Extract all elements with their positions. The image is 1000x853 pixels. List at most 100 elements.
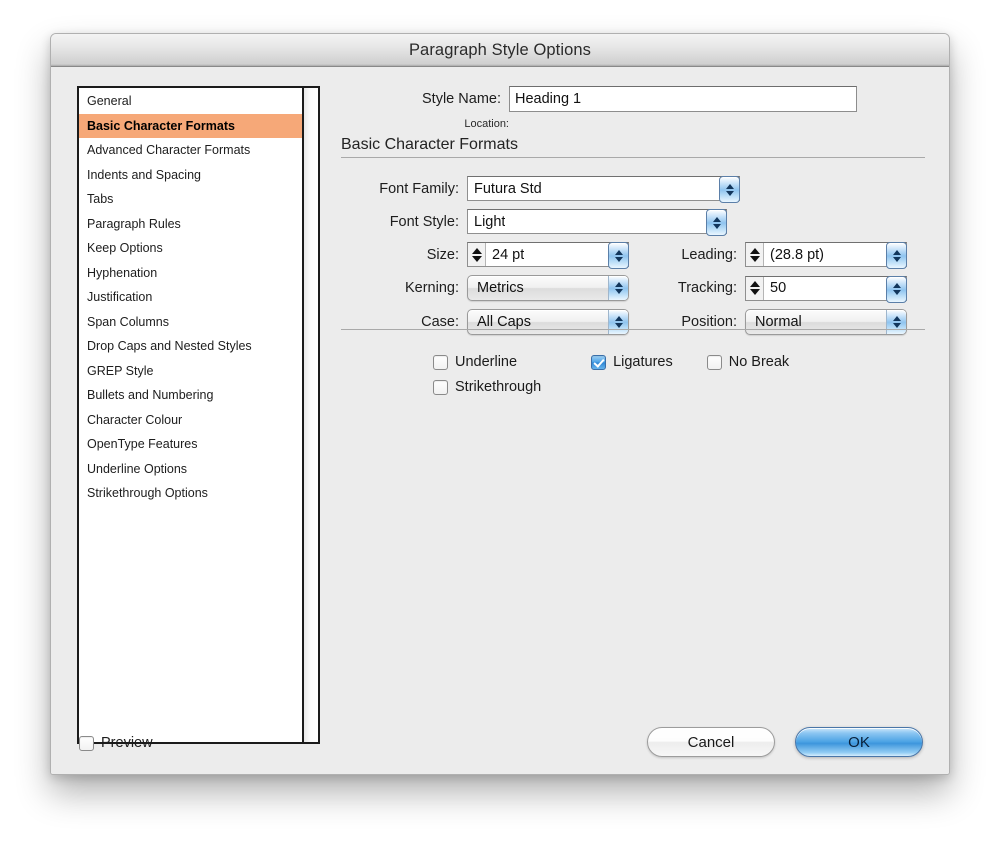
size-value: 24 pt — [486, 247, 524, 263]
sidebar-item-paragraph-rules[interactable]: Paragraph Rules — [79, 212, 302, 237]
size-stepper-icon[interactable] — [468, 243, 486, 266]
preview-label: Preview — [101, 735, 153, 751]
leading-label: Leading: — [649, 247, 737, 263]
font-family-value: Futura Std — [468, 181, 542, 197]
case-popup[interactable]: All Caps — [467, 309, 629, 335]
case-cell: Case: All Caps — [341, 309, 629, 335]
preview-checkbox[interactable] — [79, 736, 94, 751]
font-style-row: Font Style: Light — [341, 209, 925, 234]
position-label: Position: — [649, 314, 737, 330]
sidebar-item-indents-and-spacing[interactable]: Indents and Spacing — [79, 163, 302, 188]
strikethrough-checkbox-group[interactable]: Strikethrough — [433, 379, 541, 395]
dialog-title: Paragraph Style Options — [409, 41, 591, 60]
size-label: Size: — [341, 247, 459, 263]
tracking-value: 50 — [764, 280, 786, 296]
underline-checkbox[interactable] — [433, 355, 448, 370]
font-family-label: Font Family: — [341, 181, 459, 197]
dialog-body: General Basic Character Formats Advanced… — [51, 68, 949, 774]
sidebar-item-bullets-and-numbering[interactable]: Bullets and Numbering — [79, 383, 302, 408]
sidebar-item-underline-options[interactable]: Underline Options — [79, 457, 302, 482]
location-label: Location: — [341, 118, 509, 130]
ligatures-label: Ligatures — [613, 354, 673, 370]
no-break-label: No Break — [729, 354, 789, 370]
category-list[interactable]: General Basic Character Formats Advanced… — [77, 86, 320, 744]
paragraph-style-options-dialog: Paragraph Style Options General Basic Ch… — [50, 33, 950, 775]
category-list-scrollbar[interactable] — [302, 88, 318, 742]
kerning-popup[interactable]: Metrics — [467, 275, 629, 301]
checkbox-row-2: Strikethrough — [341, 379, 925, 395]
options-divider — [341, 329, 925, 330]
sidebar-item-justification[interactable]: Justification — [79, 285, 302, 310]
position-popup[interactable]: Normal — [745, 309, 907, 335]
chevron-updown-icon[interactable] — [706, 209, 727, 236]
sidebar-item-opentype-features[interactable]: OpenType Features — [79, 432, 302, 457]
leading-value: (28.8 pt) — [764, 247, 824, 263]
leading-cell: Leading: (28.8 pt) — [649, 242, 907, 267]
position-cell: Position: Normal — [649, 309, 907, 335]
case-position-row: Case: All Caps Position: Normal — [341, 309, 925, 335]
preview-checkbox-group[interactable]: Preview — [79, 735, 153, 751]
chevron-updown-icon[interactable] — [886, 310, 906, 334]
chevron-updown-icon[interactable] — [719, 176, 740, 203]
no-break-checkbox-group[interactable]: No Break — [707, 354, 789, 370]
font-family-combo[interactable]: Futura Std — [467, 176, 740, 201]
category-list-items: General Basic Character Formats Advanced… — [79, 88, 302, 742]
section-divider — [341, 157, 925, 158]
kerning-tracking-row: Kerning: Metrics Tracking: — [341, 275, 925, 301]
cancel-button[interactable]: Cancel — [647, 727, 775, 757]
dialog-titlebar[interactable]: Paragraph Style Options — [51, 34, 949, 67]
checkbox-row-1: Underline Ligatures No Break — [341, 354, 925, 370]
sidebar-item-general[interactable]: General — [79, 89, 302, 114]
kerning-cell: Kerning: Metrics — [341, 275, 629, 301]
leading-stepper-icon[interactable] — [746, 243, 764, 266]
checkbox-group: Underline Ligatures No Break Strikethrou… — [341, 354, 925, 404]
sidebar-item-span-columns[interactable]: Span Columns — [79, 310, 302, 335]
size-field[interactable]: 24 pt — [467, 242, 629, 267]
sidebar-item-basic-character-formats[interactable]: Basic Character Formats — [79, 114, 302, 139]
tracking-label: Tracking: — [649, 280, 737, 296]
sidebar-item-character-colour[interactable]: Character Colour — [79, 408, 302, 433]
sidebar-item-drop-caps-and-nested-styles[interactable]: Drop Caps and Nested Styles — [79, 334, 302, 359]
dialog-buttons: Cancel OK — [647, 727, 923, 757]
font-style-combo[interactable]: Light — [467, 209, 727, 234]
fields-grid: Font Family: Futura Std Font Style: Ligh… — [341, 176, 925, 343]
options-pane: Style Name: Heading 1 Location: Basic Ch… — [341, 86, 933, 774]
kerning-value: Metrics — [468, 280, 524, 296]
ligatures-checkbox[interactable] — [591, 355, 606, 370]
style-name-row: Style Name: Heading 1 — [341, 86, 925, 112]
sidebar-item-keep-options[interactable]: Keep Options — [79, 236, 302, 261]
case-value: All Caps — [468, 314, 531, 330]
sidebar-item-strikethrough-options[interactable]: Strikethrough Options — [79, 481, 302, 506]
section-title: Basic Character Formats — [341, 136, 925, 157]
chevron-updown-icon[interactable] — [886, 242, 907, 269]
style-name-label: Style Name: — [341, 86, 501, 112]
position-value: Normal — [746, 314, 802, 330]
section-header: Basic Character Formats — [341, 136, 925, 158]
chevron-updown-icon[interactable] — [608, 242, 629, 269]
chevron-updown-icon[interactable] — [608, 310, 628, 334]
style-name-input[interactable]: Heading 1 — [509, 86, 857, 112]
no-break-checkbox[interactable] — [707, 355, 722, 370]
sidebar-item-tabs[interactable]: Tabs — [79, 187, 302, 212]
underline-checkbox-group[interactable]: Underline — [433, 354, 517, 370]
chevron-updown-icon[interactable] — [886, 276, 907, 303]
sidebar-item-grep-style[interactable]: GREP Style — [79, 359, 302, 384]
sidebar-item-hyphenation[interactable]: Hyphenation — [79, 261, 302, 286]
kerning-label: Kerning: — [341, 280, 459, 296]
ligatures-checkbox-group[interactable]: Ligatures — [591, 354, 673, 370]
case-label: Case: — [341, 314, 459, 330]
underline-label: Underline — [455, 354, 517, 370]
tracking-field[interactable]: 50 — [745, 276, 907, 301]
size-leading-row: Size: 24 pt Leading: — [341, 242, 925, 267]
leading-field[interactable]: (28.8 pt) — [745, 242, 907, 267]
font-style-value: Light — [468, 214, 505, 230]
strikethrough-label: Strikethrough — [455, 379, 541, 395]
tracking-stepper-icon[interactable] — [746, 277, 764, 300]
sidebar-item-advanced-character-formats[interactable]: Advanced Character Formats — [79, 138, 302, 163]
chevron-updown-icon[interactable] — [608, 276, 628, 300]
strikethrough-checkbox[interactable] — [433, 380, 448, 395]
font-style-label: Font Style: — [341, 214, 459, 230]
tracking-cell: Tracking: 50 — [649, 276, 907, 301]
size-cell: Size: 24 pt — [341, 242, 629, 267]
ok-button[interactable]: OK — [795, 727, 923, 757]
